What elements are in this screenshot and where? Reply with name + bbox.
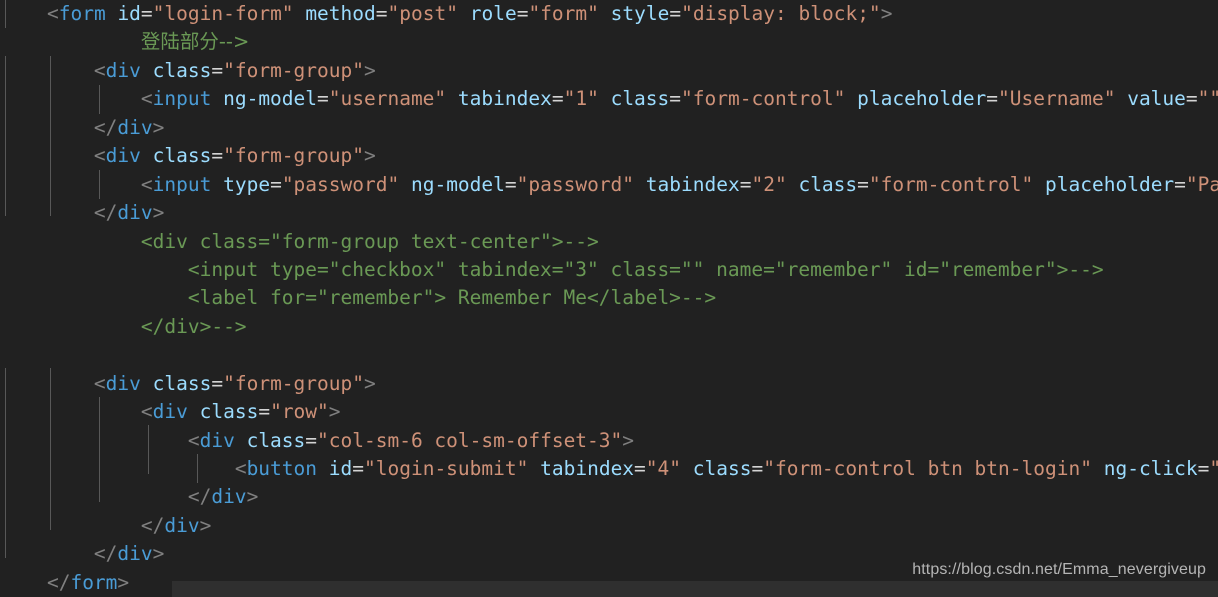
- code-line[interactable]: <div class="form-group">: [0, 142, 1218, 170]
- code-line[interactable]: 登陆部分-->: [0, 28, 1218, 56]
- code-line[interactable]: [0, 341, 1218, 369]
- code-line[interactable]: </div>: [0, 512, 1218, 540]
- code-line[interactable]: <div class="form-group">: [0, 57, 1218, 85]
- code-line[interactable]: <div class="form-group">: [0, 370, 1218, 398]
- code-line[interactable]: <input type="checkbox" tabindex="3" clas…: [0, 256, 1218, 284]
- watermark-url: https://blog.csdn.net/Emma_nevergiveup: [912, 561, 1206, 578]
- code-content[interactable]: <form id="login-form" method="post" role…: [0, 0, 1218, 597]
- code-line[interactable]: <form id="login-form" method="post" role…: [0, 0, 1218, 28]
- code-line[interactable]: <div class="col-sm-6 col-sm-offset-3">: [0, 427, 1218, 455]
- code-line[interactable]: </div>-->: [0, 313, 1218, 341]
- code-line[interactable]: <button id="login-submit" tabindex="4" c…: [0, 455, 1218, 483]
- code-line[interactable]: <label for="remember"> Remember Me</labe…: [0, 284, 1218, 312]
- code-line[interactable]: <div class="form-group text-center">-->: [0, 228, 1218, 256]
- code-editor[interactable]: <form id="login-form" method="post" role…: [0, 0, 1218, 597]
- code-line[interactable]: </div>: [0, 114, 1218, 142]
- code-line[interactable]: </div>: [0, 199, 1218, 227]
- code-line[interactable]: <input ng-model="username" tabindex="1" …: [0, 85, 1218, 113]
- code-line[interactable]: </div>: [0, 483, 1218, 511]
- horizontal-scrollbar-thumb[interactable]: [172, 581, 1218, 597]
- code-line[interactable]: <input type="password" ng-model="passwor…: [0, 171, 1218, 199]
- code-line[interactable]: <div class="row">: [0, 398, 1218, 426]
- horizontal-scrollbar-track[interactable]: [0, 579, 1218, 597]
